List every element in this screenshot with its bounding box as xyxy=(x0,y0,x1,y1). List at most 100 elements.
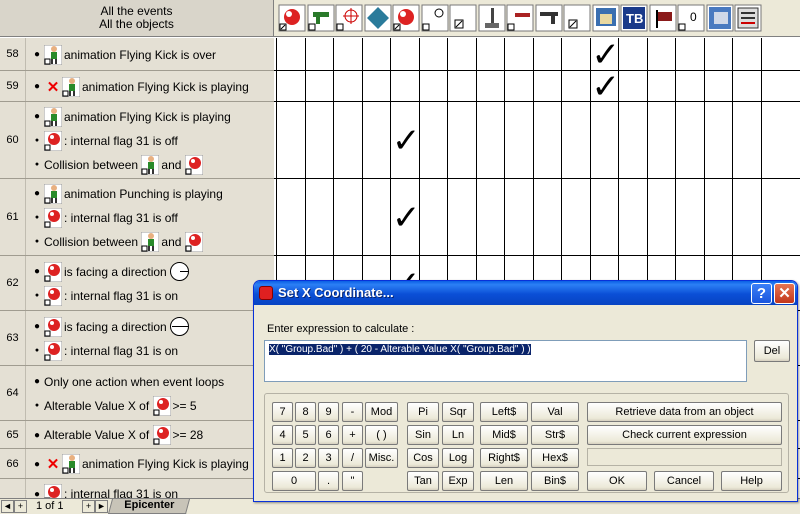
key-button[interactable]: 4 xyxy=(272,425,293,445)
counter-icon[interactable]: 0 xyxy=(677,4,705,32)
function-button[interactable]: Cos xyxy=(407,448,439,468)
event-row[interactable]: 61 ● animation Punching is playing ●: inter… xyxy=(0,179,274,256)
expression-input[interactable]: X( "Group.Bad" ) + ( 20 - Alterable Valu… xyxy=(264,340,747,382)
close-button[interactable]: ✕ xyxy=(774,283,795,304)
action-checkmark[interactable]: ✓ xyxy=(392,201,421,235)
key-button[interactable]: 8 xyxy=(295,402,316,422)
function-button[interactable]: Len xyxy=(480,471,528,491)
small-box-icon[interactable] xyxy=(563,4,591,32)
object-icon xyxy=(43,285,63,306)
event-row[interactable]: 64 ● Only one action when event loops ● Alte… xyxy=(0,366,274,421)
del-button[interactable]: Del xyxy=(754,340,790,362)
add-frame-button[interactable]: + xyxy=(14,500,27,513)
event-row[interactable]: 58 ● animation Flying Kick is over xyxy=(0,38,274,71)
event-row[interactable]: 63 ● is facing a direction ●: internal flag… xyxy=(0,311,274,366)
function-button[interactable]: Log xyxy=(442,448,474,468)
key-button[interactable]: 5 xyxy=(295,425,316,445)
key-button[interactable]: 0 xyxy=(272,471,316,491)
position-icon[interactable] xyxy=(421,4,449,32)
gun-icon[interactable] xyxy=(307,4,335,32)
joystick-icon[interactable] xyxy=(478,4,506,32)
whistle-icon[interactable] xyxy=(506,4,534,32)
condition-line[interactable]: ●: internal flag 31 is on xyxy=(30,340,178,361)
dialog-titlebar[interactable]: Set X Coordinate... ? ✕ xyxy=(254,281,797,305)
event-row[interactable]: 62 ● is facing a direction ●: internal flag… xyxy=(0,256,274,311)
bomb-icon[interactable] xyxy=(278,4,306,32)
function-button[interactable]: Val xyxy=(531,402,579,422)
function-button[interactable]: Right$ xyxy=(480,448,528,468)
calculator-panel: 7 8 9- Mod 4 5 6 +( ) 1 2 3/Misc. 0. " Pi Sqr Left$ Val S… xyxy=(264,393,789,493)
list-icon[interactable] xyxy=(734,4,762,32)
function-button[interactable]: Exp xyxy=(442,471,474,491)
function-button[interactable]: Pi xyxy=(407,402,439,422)
ok-button[interactable]: OK xyxy=(587,471,647,491)
key-button[interactable]: 1 xyxy=(272,448,293,468)
key-button[interactable]: + xyxy=(342,425,363,445)
condition-line[interactable]: ● animation Punching is playing xyxy=(30,183,223,204)
condition-line[interactable]: ● animation Flying Kick is playing xyxy=(30,106,231,127)
condition-line[interactable]: ●: internal flag 31 is on xyxy=(30,483,178,498)
condition-line[interactable]: ●: internal flag 31 is off xyxy=(30,207,178,228)
help-title-button[interactable]: ? xyxy=(751,283,772,304)
small-box-icon[interactable] xyxy=(449,4,477,32)
condition-line[interactable]: ●: internal flag 31 is off xyxy=(30,130,178,151)
condition-line[interactable]: ● animation Flying Kick is over xyxy=(30,44,216,65)
key-button[interactable]: . xyxy=(318,471,339,491)
condition-line[interactable]: ● ✕ animation Flying Kick is playing xyxy=(30,453,249,475)
check-expression-button[interactable]: Check current expression xyxy=(587,425,782,445)
event-row[interactable]: 65 ● Alterable Value X of >= 28 xyxy=(0,421,274,449)
key-button[interactable]: 6 xyxy=(318,425,339,445)
key-button[interactable]: 2 xyxy=(295,448,316,468)
key-button[interactable]: Misc. xyxy=(365,448,398,468)
next-frame-button[interactable]: + xyxy=(82,500,95,513)
function-button[interactable]: Hex$ xyxy=(531,448,579,468)
pistol-icon[interactable] xyxy=(535,4,563,32)
key-button[interactable]: " xyxy=(342,471,363,491)
event-row[interactable]: 59 ● ✕ animation Flying Kick is playing xyxy=(0,71,274,102)
tab-epicenter[interactable]: Epicenter xyxy=(107,499,191,514)
last-frame-button[interactable]: ► xyxy=(95,500,108,513)
key-button[interactable]: 3 xyxy=(318,448,339,468)
flag-icon[interactable] xyxy=(649,4,677,32)
condition-line[interactable]: ● ✕ animation Flying Kick is playing xyxy=(30,76,249,97)
function-button[interactable]: Sqr xyxy=(442,402,474,422)
text-icon[interactable]: TB xyxy=(620,4,648,32)
event-row[interactable]: 66 ● ✕ animation Flying Kick is playing xyxy=(0,449,274,479)
all-objects-label[interactable]: All the objects xyxy=(0,18,273,31)
condition-line[interactable]: ● Alterable Value X of >= 5 xyxy=(30,395,197,416)
condition-line[interactable]: ●: internal flag 31 is on xyxy=(30,285,178,306)
action-checkmark[interactable]: ✓ xyxy=(592,70,621,104)
condition-line[interactable]: ● is facing a direction xyxy=(30,261,189,282)
key-button[interactable]: - xyxy=(342,402,363,422)
function-button[interactable]: Sin xyxy=(407,425,439,445)
event-row[interactable]: 60 ● animation Flying Kick is playing ●: in… xyxy=(0,102,274,179)
storyboard-icon[interactable] xyxy=(592,4,620,32)
function-button[interactable]: Left$ xyxy=(480,402,528,422)
diamond-icon[interactable] xyxy=(364,4,392,32)
function-button[interactable]: Str$ xyxy=(531,425,579,445)
event-row[interactable]: ●: internal flag 31 is on xyxy=(0,479,274,498)
help-button[interactable]: Help xyxy=(721,471,782,491)
crosshair-icon[interactable] xyxy=(335,4,363,32)
function-button[interactable]: Mid$ xyxy=(480,425,528,445)
condition-line[interactable]: ● is facing a direction xyxy=(30,316,189,337)
key-button[interactable]: Mod xyxy=(365,402,398,422)
retrieve-data-button[interactable]: Retrieve data from an object xyxy=(587,402,782,422)
palette-icon[interactable] xyxy=(706,4,734,32)
condition-value: >= 28 xyxy=(172,428,204,442)
bomb-icon[interactable] xyxy=(392,4,420,32)
function-button[interactable]: Tan xyxy=(407,471,439,491)
key-button[interactable]: ( ) xyxy=(365,425,398,445)
function-button[interactable]: Ln xyxy=(442,425,474,445)
condition-line[interactable]: ● Collision between and xyxy=(30,231,205,252)
cancel-button[interactable]: Cancel xyxy=(654,471,714,491)
key-button[interactable]: / xyxy=(342,448,363,468)
action-checkmark[interactable]: ✓ xyxy=(392,124,421,158)
condition-line[interactable]: ● Only one action when event loops xyxy=(30,372,224,392)
first-frame-button[interactable]: ◄ xyxy=(1,500,14,513)
condition-line[interactable]: ● Collision between and xyxy=(30,154,205,175)
key-button[interactable]: 7 xyxy=(272,402,293,422)
condition-line[interactable]: ● Alterable Value X of >= 28 xyxy=(30,424,204,446)
key-button[interactable]: 9 xyxy=(318,402,339,422)
function-button[interactable]: Bin$ xyxy=(531,471,579,491)
